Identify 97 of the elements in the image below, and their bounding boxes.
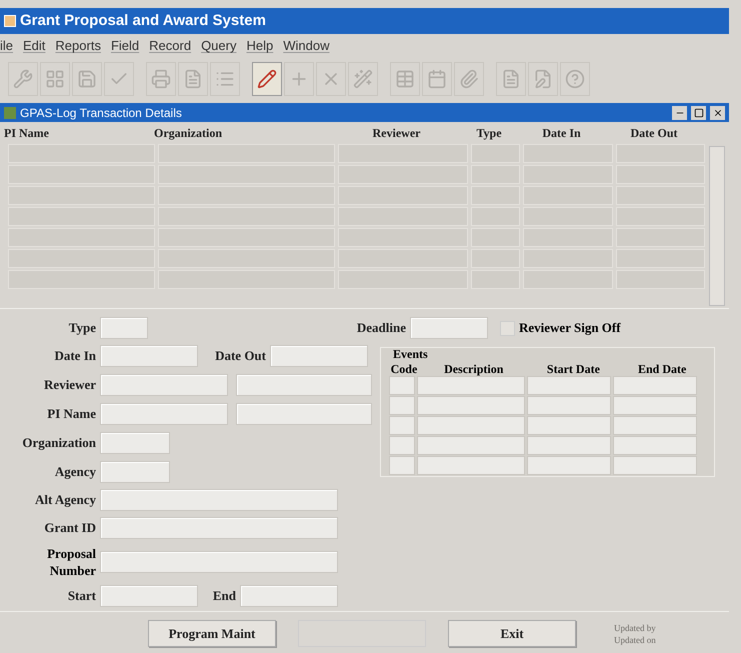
input-field[interactable]: [100, 551, 338, 573]
maximize-icon: [694, 108, 704, 118]
field-label: End: [212, 587, 237, 606]
table-icon: [395, 69, 415, 89]
input-field[interactable]: [100, 317, 148, 339]
table-cell[interactable]: [527, 396, 611, 415]
menu-item[interactable]: Help: [246, 36, 274, 56]
help-icon: [565, 69, 585, 89]
table-cell[interactable]: [527, 416, 611, 435]
field-label: PI Name: [46, 405, 97, 424]
field-label: Deadline: [356, 319, 407, 338]
field-label: Date In: [53, 347, 97, 366]
column-header: Organization: [153, 125, 223, 142]
window-icon: [4, 106, 16, 118]
input-field[interactable]: [100, 374, 228, 396]
table-cell[interactable]: [389, 396, 415, 415]
column-header: Type: [475, 125, 503, 142]
menu-item[interactable]: Edit: [23, 36, 46, 56]
menu-item[interactable]: Reports: [55, 36, 101, 56]
menu-item[interactable]: Record: [149, 36, 192, 56]
app-title: Grant Proposal and Award System: [20, 10, 266, 31]
close-button[interactable]: [710, 106, 725, 120]
toolbar-button[interactable]: [252, 62, 282, 96]
input-field[interactable]: [240, 585, 338, 607]
input-field[interactable]: [270, 345, 368, 367]
table-cell[interactable]: [527, 436, 611, 455]
menu-item[interactable]: ile: [0, 36, 14, 56]
input-field[interactable]: [410, 317, 488, 339]
column-header: Start Date: [546, 360, 601, 378]
input-field[interactable]: [100, 461, 170, 483]
updated-info: Updated by: [614, 622, 656, 634]
input-field[interactable]: [100, 489, 338, 511]
save-icon: [77, 69, 97, 89]
app-icon: [4, 15, 16, 27]
input-field[interactable]: [100, 432, 170, 454]
input-field[interactable]: [100, 345, 198, 367]
table-cell[interactable]: [389, 376, 415, 395]
column-header: Date In: [541, 125, 582, 142]
checkbox-label: Reviewer Sign Off: [519, 319, 621, 338]
form-button[interactable]: Program Maint: [148, 620, 276, 647]
table-cell[interactable]: [613, 396, 697, 415]
document-icon: [183, 69, 203, 89]
table-cell[interactable]: [613, 456, 697, 475]
field-label: Proposal Number: [46, 545, 97, 579]
scrollbar[interactable]: [709, 146, 725, 306]
window-title: GPAS-Log Transaction Details: [20, 104, 183, 122]
table-cell[interactable]: [389, 416, 415, 435]
menu-item[interactable]: Field: [110, 36, 140, 56]
column-header: Reviewer: [372, 125, 422, 142]
table-cell[interactable]: [613, 376, 697, 395]
column-header: PI Name: [3, 125, 50, 142]
events-title: Events: [392, 348, 429, 361]
document-edit-icon: [533, 69, 553, 89]
table-cell[interactable]: [417, 396, 525, 415]
table-cell[interactable]: [417, 416, 525, 435]
table-cell[interactable]: [613, 436, 697, 455]
updated-info: Updated on: [614, 634, 656, 646]
table-cell[interactable]: [527, 376, 611, 395]
column-header: Code: [390, 360, 418, 378]
maximize-button[interactable]: [691, 106, 706, 120]
close-icon: [712, 108, 722, 118]
checkbox[interactable]: [500, 320, 515, 336]
table-cell[interactable]: [417, 436, 525, 455]
table-cell[interactable]: [417, 376, 525, 395]
field-label: Organization: [21, 434, 97, 452]
field-label: Type: [68, 319, 97, 338]
field-label: Reviewer: [43, 376, 97, 394]
field-label: Grant ID: [43, 519, 97, 538]
column-header: End Date: [636, 360, 688, 378]
form-button[interactable]: Exit: [448, 620, 576, 647]
field-label: Date Out: [214, 347, 267, 366]
wrench-icon: [13, 69, 33, 89]
menu-item[interactable]: Query: [201, 36, 236, 56]
table-cell[interactable]: [389, 456, 415, 475]
input-field[interactable]: [236, 374, 372, 396]
menu-item[interactable]: Window: [283, 36, 330, 56]
paperclip-icon: [459, 69, 479, 89]
column-header: Date Out: [630, 125, 678, 142]
field-label: Start: [66, 587, 97, 606]
input-field[interactable]: [100, 517, 338, 539]
calendar-icon: [427, 69, 447, 89]
wand-icon: [353, 69, 373, 89]
field-label: Agency: [54, 463, 97, 482]
table-cell[interactable]: [417, 456, 525, 475]
printer-icon: [151, 69, 171, 89]
column-header: Description: [443, 360, 504, 378]
document-icon: [501, 69, 521, 89]
input-field[interactable]: [100, 403, 228, 425]
minimize-button[interactable]: [672, 106, 687, 120]
table-cell[interactable]: [389, 436, 415, 455]
field-label: Alt Agency: [34, 491, 97, 510]
table-cell[interactable]: [527, 456, 611, 475]
table-cell[interactable]: [613, 416, 697, 435]
pencil-icon: [257, 69, 277, 89]
grid-icon: [45, 69, 65, 89]
input-field[interactable]: [100, 585, 198, 607]
input-field[interactable]: [236, 403, 372, 425]
